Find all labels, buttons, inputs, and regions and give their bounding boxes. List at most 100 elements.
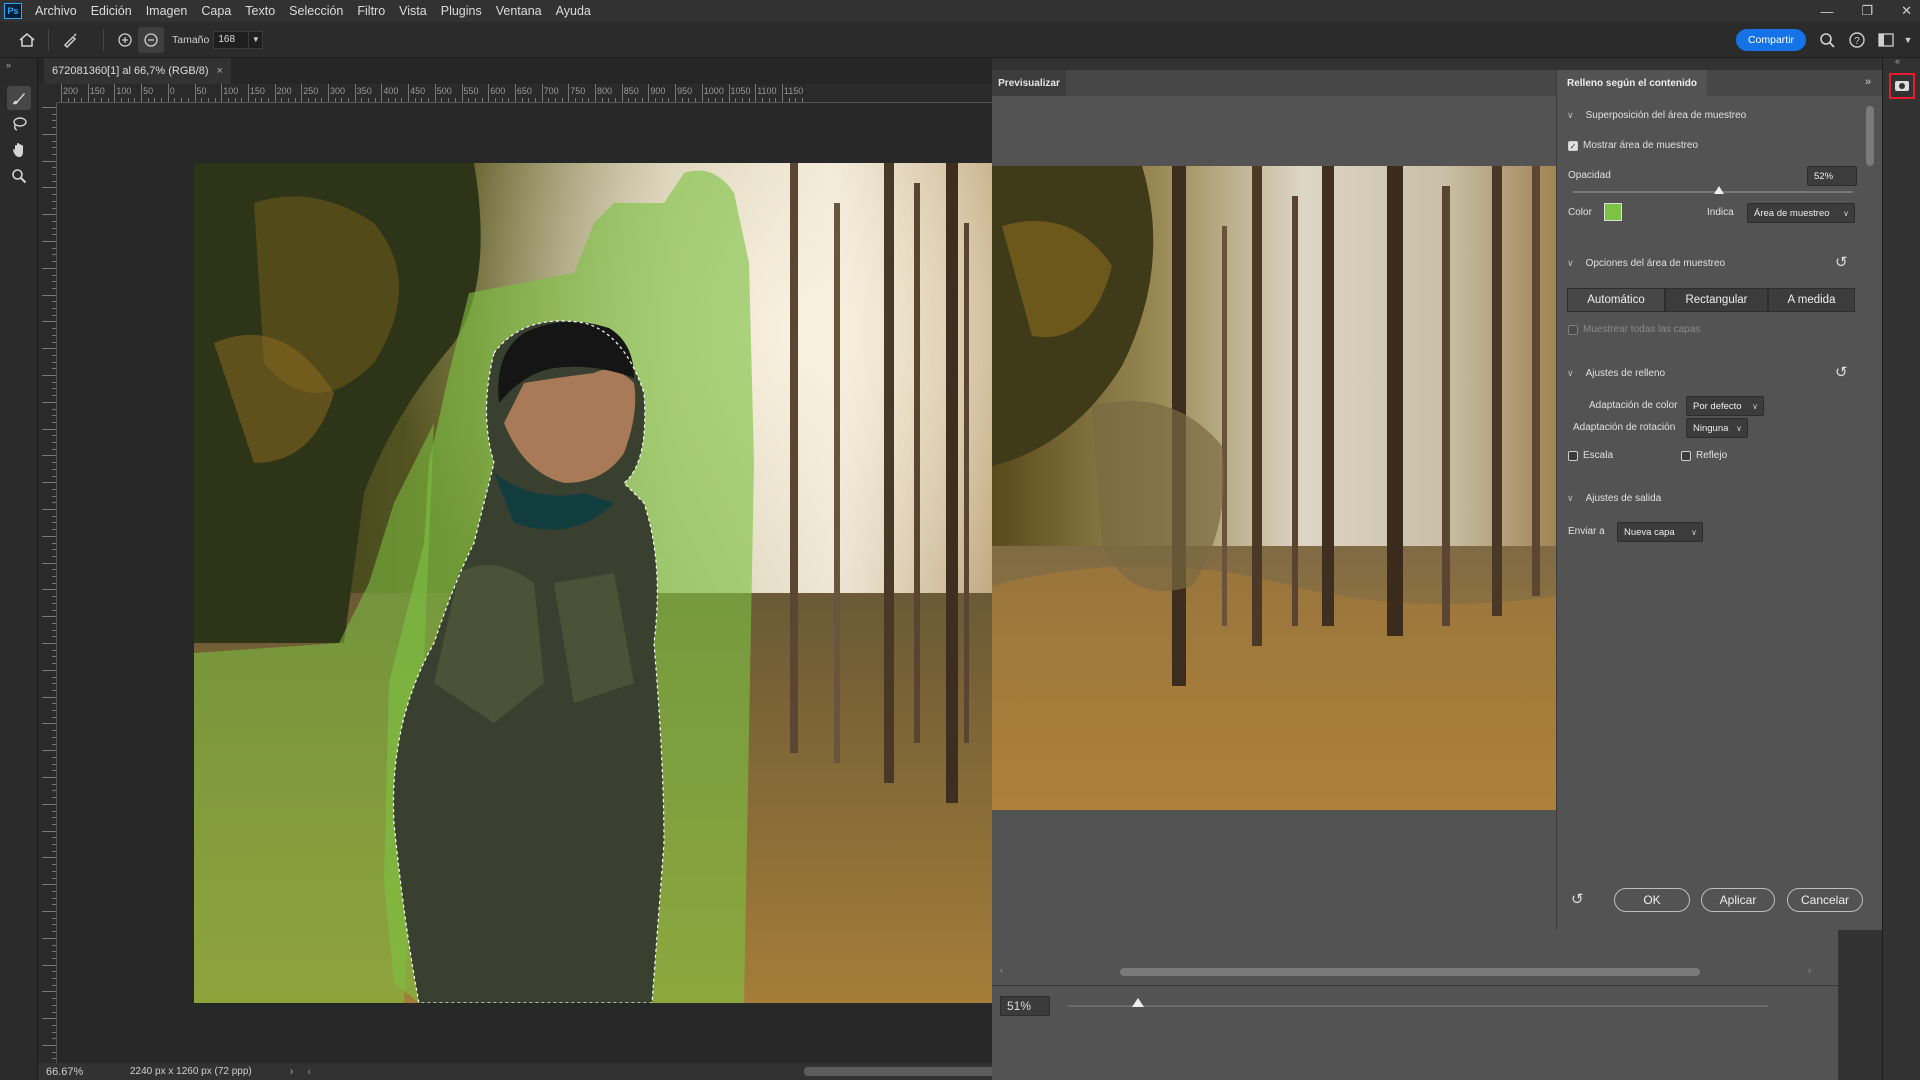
collapse-icon[interactable]: » [6, 60, 11, 70]
reset-fill-icon[interactable]: ↺ [1835, 363, 1848, 381]
ruler-tick [52, 261, 56, 263]
close-tab-icon[interactable]: × [217, 65, 223, 77]
zoom-tool-icon[interactable] [7, 164, 31, 188]
sample-all-layers-label: Muestrear todas las capas [1583, 324, 1701, 335]
brush-tool-icon[interactable] [57, 27, 83, 53]
reset-sampling-icon[interactable]: ↺ [1835, 253, 1848, 271]
output-to-dropdown[interactable]: Nueva capa ∨ [1617, 522, 1703, 542]
document-canvas[interactable] [57, 103, 992, 1063]
scroll-left-icon[interactable]: ‹ [307, 1066, 311, 1078]
mirror-checkbox[interactable] [1681, 451, 1691, 461]
restore-button[interactable]: ❐ [1861, 3, 1873, 19]
ruler-tick [42, 509, 56, 510]
document-tab[interactable]: 672081360[1] al 66,7% (RGB/8) × [44, 58, 231, 84]
ruler-tick [568, 84, 570, 102]
ruler-tick [748, 98, 750, 102]
ruler-tick [601, 98, 603, 102]
hand-tool-icon[interactable] [7, 138, 31, 162]
search-icon[interactable] [1817, 30, 1837, 50]
fill-panel-scroll-thumb[interactable] [1866, 106, 1874, 166]
ruler-tick [42, 1018, 56, 1020]
brush-tool-icon[interactable] [7, 86, 31, 110]
indicates-dropdown[interactable]: Área de muestreo ∨ [1747, 203, 1855, 223]
ruler-tick [675, 84, 677, 102]
preview-zoom-slider[interactable] [1068, 1005, 1768, 1007]
panel-collapse-icon[interactable]: » [1865, 76, 1871, 88]
menu-ventana[interactable]: Ventana [489, 4, 549, 18]
status-expand-icon[interactable]: › [290, 1066, 294, 1078]
section-output-header[interactable]: ∨ Ajustes de salida [1567, 493, 1661, 504]
menu-imagen[interactable]: Imagen [139, 4, 195, 18]
color-adaptation-label: Adaptación de color [1589, 400, 1678, 411]
rotation-adaptation-dropdown[interactable]: Ninguna ∨ [1686, 418, 1748, 438]
add-to-area-icon[interactable] [112, 27, 138, 53]
ruler-tick [201, 98, 203, 102]
section-sampling-header[interactable]: ∨ Opciones del área de muestreo [1567, 258, 1725, 269]
menu-edicion[interactable]: Edición [84, 4, 139, 18]
preview-zoom-input[interactable]: 51% [1000, 996, 1050, 1016]
ruler-tick [174, 98, 176, 102]
ruler-tick [101, 98, 103, 102]
help-icon[interactable]: ? [1847, 30, 1867, 50]
ruler-tick [52, 1011, 56, 1013]
ruler-label: 450 [410, 86, 426, 96]
scale-checkbox[interactable] [1568, 451, 1578, 461]
apply-button[interactable]: Aplicar [1701, 888, 1775, 912]
section-overlay-header[interactable]: ∨ Superposición del área de muestreo [1567, 110, 1746, 121]
fill-panel-tab[interactable]: Relleno según el contenido [1557, 70, 1708, 96]
preview-tab[interactable]: Previsualizar [992, 70, 1066, 96]
menu-texto[interactable]: Texto [238, 4, 282, 18]
fill-panel-scrollbar[interactable] [1863, 96, 1875, 936]
preview-zoom-thumb[interactable] [1132, 998, 1144, 1007]
overlay-color-swatch[interactable] [1604, 203, 1622, 221]
size-dropdown-icon[interactable]: ▼ [249, 30, 264, 49]
ok-button[interactable]: OK [1614, 888, 1690, 912]
size-input[interactable]: 168 [213, 30, 250, 49]
lasso-tool-icon[interactable] [7, 112, 31, 136]
opacity-input[interactable]: 52% [1807, 166, 1857, 186]
menu-seleccion[interactable]: Selección [282, 4, 350, 18]
opacity-slider-thumb[interactable] [1713, 186, 1724, 194]
preview-scroll-thumb[interactable] [1120, 968, 1700, 976]
preview-horizontal-scrollbar[interactable]: ‹ › [1000, 965, 1816, 979]
show-sampling-checkbox[interactable]: ✓ [1568, 141, 1578, 151]
mirror-label: Reflejo [1696, 450, 1728, 461]
menu-capa[interactable]: Capa [194, 4, 238, 18]
ruler-tick [294, 98, 296, 102]
menu-vista[interactable]: Vista [392, 4, 434, 18]
sample-all-layers-checkbox[interactable] [1568, 325, 1578, 335]
menu-ayuda[interactable]: Ayuda [549, 4, 598, 18]
workspace-dropdown-icon[interactable]: ▼ [1898, 30, 1918, 50]
sampling-rectangular-button[interactable]: Rectangular [1665, 288, 1768, 312]
sampling-custom-button[interactable]: A medida [1768, 288, 1855, 312]
menu-filtro[interactable]: Filtro [350, 4, 392, 18]
section-fill-header[interactable]: ∨ Ajustes de relleno [1567, 368, 1665, 379]
color-adaptation-dropdown[interactable]: Por defecto ∨ [1686, 396, 1764, 416]
minimize-button[interactable]: — [1820, 4, 1833, 19]
ruler-tick [621, 84, 623, 102]
ruler-tick [348, 98, 350, 102]
ruler-tick [494, 98, 496, 102]
share-button[interactable]: Compartir [1736, 29, 1806, 51]
menu-plugins[interactable]: Plugins [434, 4, 489, 18]
scroll-left-icon[interactable]: ‹ [1000, 965, 1003, 975]
scroll-right-icon[interactable]: › [1808, 965, 1811, 975]
home-icon[interactable] [14, 27, 40, 53]
close-window-button[interactable]: ✕ [1901, 3, 1912, 19]
content-aware-fill-panel-button[interactable] [1889, 73, 1915, 99]
subtract-from-area-icon[interactable] [138, 26, 164, 53]
ruler-tick [755, 84, 757, 102]
reset-all-icon[interactable]: ↺ [1571, 890, 1584, 908]
cancel-button[interactable]: Cancelar [1787, 888, 1863, 912]
dock-collapse-icon[interactable]: « [1895, 56, 1900, 66]
sampling-automatic-button[interactable]: Automático [1567, 288, 1665, 312]
ruler-tick [374, 98, 376, 102]
workspace-icon[interactable] [1876, 30, 1896, 50]
zoom-level[interactable]: 66.67% [46, 1066, 126, 1078]
ruler-tick [52, 301, 56, 303]
menu-archivo[interactable]: Archivo [28, 4, 84, 18]
preview-image[interactable] [992, 166, 1557, 810]
ruler-tick [52, 381, 56, 383]
ruler-tick [801, 98, 803, 102]
ruler-corner [38, 84, 57, 103]
